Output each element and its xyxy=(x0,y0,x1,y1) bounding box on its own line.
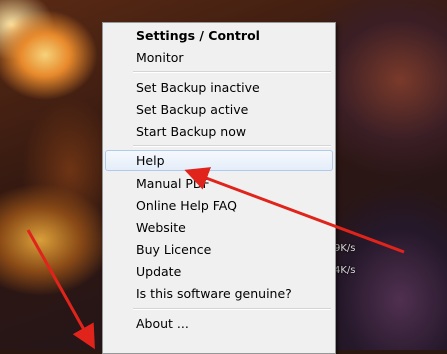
network-download-rate: 4K/s xyxy=(334,265,356,276)
menu-item-manual-pdf[interactable]: Manual PDF xyxy=(105,173,333,194)
menu-separator xyxy=(133,308,331,310)
menu-item-update[interactable]: Update xyxy=(105,261,333,282)
menu-item-set-backup-inactive[interactable]: Set Backup inactive xyxy=(105,77,333,98)
menu-item-start-backup-now[interactable]: Start Backup now xyxy=(105,121,333,142)
menu-item-set-backup-active[interactable]: Set Backup active xyxy=(105,99,333,120)
menu-item-monitor[interactable]: Monitor xyxy=(105,47,333,68)
menu-item-is-software-genuine[interactable]: Is this software genuine? xyxy=(105,283,333,304)
menu-item-settings-control[interactable]: Settings / Control xyxy=(105,25,333,46)
tray-context-menu: Settings / Control Monitor Set Backup in… xyxy=(102,22,336,354)
menu-separator xyxy=(133,145,331,147)
menu-item-online-help-faq[interactable]: Online Help FAQ xyxy=(105,195,333,216)
menu-item-help[interactable]: Help xyxy=(105,150,333,171)
menu-item-buy-licence[interactable]: Buy Licence xyxy=(105,239,333,260)
menu-item-website[interactable]: Website xyxy=(105,217,333,238)
menu-separator xyxy=(133,71,331,73)
menu-item-about[interactable]: About ... xyxy=(105,313,333,334)
network-upload-rate: 9K/s xyxy=(334,243,356,254)
